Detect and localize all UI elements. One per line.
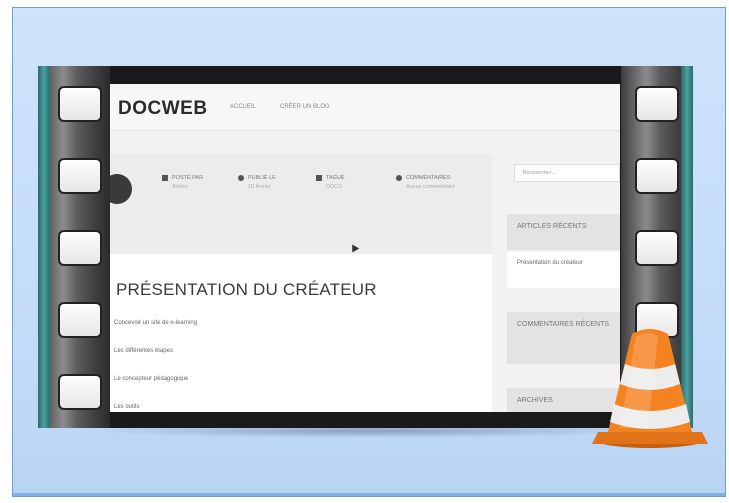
post-meta-tags: TAGUÉ DOCS	[316, 174, 345, 192]
sprocket-hole	[58, 302, 102, 338]
sprocket-hole	[58, 374, 102, 410]
frame-bottom-bar	[13, 493, 725, 496]
sprocket-hole	[58, 158, 102, 194]
sidebar-recent-articles-title: ARTICLES RÉCENTS	[507, 214, 620, 250]
sidebar-recent-article-link[interactable]: Présentation du créateur	[507, 252, 620, 288]
clock-icon	[238, 174, 244, 181]
film-edge-left	[38, 66, 50, 428]
article-line: Les outils	[114, 404, 140, 410]
tag-icon	[316, 174, 322, 181]
sidebar-search-input[interactable]: Rechercher…	[514, 164, 620, 182]
article-line: Les différentes étapes	[114, 348, 173, 354]
sprocket-hole	[635, 158, 679, 194]
article-title: PRÉSENTATION DU CRÉATEUR	[116, 280, 377, 299]
article-line: Concevoir un site de e-learning	[114, 320, 198, 326]
article-line: Le concepteur pédagogique	[114, 376, 189, 382]
decorative-dots: · · · · · · · · ·	[300, 478, 400, 484]
site-logo: DOCWEB	[118, 98, 208, 119]
nav-item-home[interactable]: ACCUEIL	[230, 104, 256, 110]
sprocket-hole	[635, 86, 679, 122]
post-meta-band	[110, 154, 492, 254]
user-icon	[162, 174, 168, 181]
nav-item-create-blog[interactable]: CRÉER UN BLOG	[280, 104, 330, 110]
comment-icon	[396, 174, 402, 181]
post-meta-author: POSTÉ PAR Admin	[162, 174, 203, 192]
vlc-cone-icon	[592, 329, 708, 448]
sprocket-hole	[58, 230, 102, 266]
video-screen[interactable]: DOCWEB ACCUEIL CRÉER UN BLOG POSTÉ PAR A…	[110, 84, 620, 412]
article-body	[110, 254, 492, 412]
site-header: DOCWEB ACCUEIL CRÉER UN BLOG	[110, 84, 620, 131]
sprocket-hole	[58, 86, 102, 122]
post-meta-comments: COMMENTAIRES Aucun commentaire	[396, 174, 455, 192]
sprocket-hole	[635, 230, 679, 266]
post-meta-date: PUBLIÉ LE 10 février	[238, 174, 276, 192]
